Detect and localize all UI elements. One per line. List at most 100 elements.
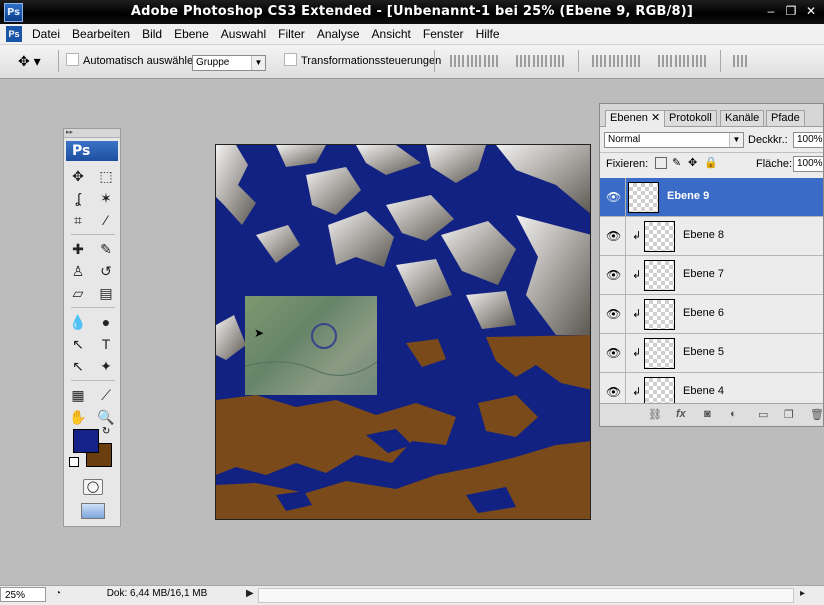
layer-name[interactable]: Ebene 4 bbox=[683, 385, 724, 397]
auto-select-dropdown[interactable]: Gruppe ▼ bbox=[192, 55, 266, 71]
layer-thumbnail[interactable] bbox=[644, 260, 675, 291]
new-layer-icon[interactable]: ❐ bbox=[784, 408, 794, 421]
ebene-9-satellite-image[interactable] bbox=[245, 296, 377, 395]
dodge-tool-icon[interactable]: ● bbox=[95, 312, 117, 332]
layer-row[interactable]: 👁 ↲ Ebene 5 bbox=[600, 334, 823, 373]
status-icon[interactable]: ◔ bbox=[55, 588, 61, 599]
direct-selection-tool-icon[interactable]: ↖ bbox=[67, 356, 89, 376]
layer-name[interactable]: Ebene 5 bbox=[683, 346, 724, 358]
restore-icon[interactable]: ❐ bbox=[784, 4, 798, 18]
align-bottom-icon[interactable] bbox=[484, 55, 498, 67]
fill-input[interactable]: 100% bbox=[793, 156, 823, 172]
lock-position-icon[interactable]: ✥ bbox=[688, 156, 697, 169]
eye-icon[interactable]: 👁 bbox=[606, 346, 621, 360]
slice-tool-icon[interactable]: ⁄ bbox=[95, 210, 117, 230]
notes-tool-icon[interactable]: ▦ bbox=[67, 385, 89, 405]
tab-protokoll[interactable]: Protokoll bbox=[664, 110, 717, 126]
eye-icon[interactable]: 👁 bbox=[606, 385, 621, 399]
zoom-tool-icon[interactable]: 🔍 bbox=[95, 407, 117, 427]
history-brush-tool-icon[interactable]: ↺ bbox=[95, 261, 117, 281]
close-icon[interactable]: ✕ bbox=[804, 4, 818, 18]
distribute-top-icon[interactable] bbox=[592, 55, 606, 67]
quick-mask-icon[interactable]: ◯ bbox=[83, 479, 103, 495]
swap-colors-icon[interactable]: ↻ bbox=[102, 426, 110, 437]
distribute-bottom-icon[interactable] bbox=[626, 55, 640, 67]
menu-ebene[interactable]: Ebene bbox=[168, 27, 215, 41]
lock-transparency-icon[interactable] bbox=[655, 157, 667, 169]
eye-icon[interactable]: 👁 bbox=[606, 229, 621, 243]
palette-grip[interactable]: ▸▸ bbox=[64, 129, 120, 138]
zoom-field[interactable]: 25% bbox=[0, 587, 46, 602]
menu-bearbeiten[interactable]: Bearbeiten bbox=[66, 27, 136, 41]
horizontal-scrollbar[interactable] bbox=[258, 588, 794, 603]
menu-ansicht[interactable]: Ansicht bbox=[366, 27, 417, 41]
layer-row[interactable]: 👁 ↲ Ebene 7 bbox=[600, 256, 823, 295]
layer-name[interactable]: Ebene 7 bbox=[683, 268, 724, 280]
close-tab-icon[interactable]: ✕ bbox=[651, 112, 660, 124]
align-right-icon[interactable] bbox=[550, 55, 564, 67]
auto-select-option[interactable]: Automatisch auswählen: bbox=[66, 53, 202, 67]
tab-kanaele[interactable]: Kanäle bbox=[720, 110, 765, 126]
hand-tool-icon[interactable]: ✋ bbox=[67, 407, 89, 427]
scroll-right-icon[interactable]: ▸ bbox=[800, 588, 805, 599]
transform-controls-option[interactable]: Transformationssteuerungen bbox=[284, 53, 441, 67]
magic-wand-tool-icon[interactable]: ✶ bbox=[95, 188, 117, 208]
eye-icon[interactable]: 👁 bbox=[606, 307, 621, 321]
layer-style-icon[interactable]: fx bbox=[676, 408, 686, 420]
path-selection-tool-icon[interactable]: ↖ bbox=[67, 334, 89, 354]
layer-row[interactable]: 👁 ↲ Ebene 6 bbox=[600, 295, 823, 334]
screen-mode-icon[interactable] bbox=[81, 503, 105, 519]
add-mask-icon[interactable]: ◙ bbox=[704, 408, 711, 420]
transform-controls-checkbox[interactable] bbox=[284, 53, 297, 66]
layer-name[interactable]: Ebene 6 bbox=[683, 307, 724, 319]
distribute-left-icon[interactable] bbox=[658, 55, 672, 67]
align-left-icon[interactable] bbox=[516, 55, 530, 67]
layer-name[interactable]: Ebene 8 bbox=[683, 229, 724, 241]
layer-name[interactable]: Ebene 9 bbox=[667, 190, 709, 202]
layer-thumbnail[interactable] bbox=[628, 182, 659, 213]
custom-shape-tool-icon[interactable]: ✦ bbox=[95, 356, 117, 376]
minimize-icon[interactable]: – bbox=[764, 4, 778, 18]
brush-tool-icon[interactable]: ✎ bbox=[95, 239, 117, 259]
align-top-icon[interactable] bbox=[450, 55, 464, 67]
auto-align-layers-icon[interactable] bbox=[733, 55, 747, 67]
layer-thumbnail[interactable] bbox=[644, 299, 675, 330]
eraser-tool-icon[interactable]: ▱ bbox=[67, 283, 89, 303]
document-icon[interactable]: Ps bbox=[6, 26, 22, 42]
type-tool-icon[interactable]: T bbox=[95, 334, 117, 354]
link-layers-icon[interactable]: ⛓ bbox=[648, 408, 662, 421]
move-tool-icon[interactable]: ✥ bbox=[67, 166, 89, 186]
default-colors-icon[interactable] bbox=[69, 457, 79, 467]
lasso-tool-icon[interactable]: ʆ bbox=[67, 188, 89, 208]
clone-stamp-tool-icon[interactable]: ♙ bbox=[67, 261, 89, 281]
tab-ebenen[interactable]: Ebenen ✕ bbox=[605, 110, 666, 127]
new-group-icon[interactable]: ▭ bbox=[758, 408, 768, 421]
layer-thumbnail[interactable] bbox=[644, 338, 675, 369]
menu-bild[interactable]: Bild bbox=[136, 27, 168, 41]
visibility-toggle[interactable]: 👁 bbox=[600, 334, 626, 373]
healing-brush-tool-icon[interactable]: ✚ bbox=[67, 239, 89, 259]
align-vcenter-icon[interactable] bbox=[467, 55, 481, 67]
menu-hilfe[interactable]: Hilfe bbox=[470, 27, 506, 41]
foreground-color-swatch[interactable] bbox=[73, 429, 99, 453]
menu-fenster[interactable]: Fenster bbox=[417, 27, 470, 41]
layer-row[interactable]: 👁 Ebene 9 bbox=[600, 178, 823, 217]
menu-auswahl[interactable]: Auswahl bbox=[215, 27, 272, 41]
lock-all-icon[interactable]: 🔒 bbox=[704, 156, 718, 169]
visibility-toggle[interactable]: 👁 bbox=[600, 217, 626, 256]
opacity-input[interactable]: 100% bbox=[793, 132, 823, 148]
blur-tool-icon[interactable]: 💧 bbox=[67, 312, 89, 332]
visibility-toggle[interactable]: 👁 bbox=[600, 256, 626, 295]
eyedropper-tool-icon[interactable]: ⟋ bbox=[95, 385, 117, 405]
blend-mode-dropdown[interactable]: Normal ▼ bbox=[604, 132, 744, 148]
menu-datei[interactable]: Datei bbox=[26, 27, 66, 41]
menu-filter[interactable]: Filter bbox=[272, 27, 311, 41]
distribute-vcenter-icon[interactable] bbox=[609, 55, 623, 67]
visibility-toggle[interactable]: 👁 bbox=[600, 178, 626, 217]
crop-tool-icon[interactable]: ⌗ bbox=[67, 210, 89, 230]
lock-image-icon[interactable]: ✎ bbox=[672, 156, 681, 169]
adjustment-layer-icon[interactable]: ◐ bbox=[730, 408, 737, 420]
gradient-tool-icon[interactable]: ▤ bbox=[95, 283, 117, 303]
distribute-hcenter-icon[interactable] bbox=[675, 55, 689, 67]
eye-icon[interactable]: 👁 bbox=[606, 268, 621, 282]
